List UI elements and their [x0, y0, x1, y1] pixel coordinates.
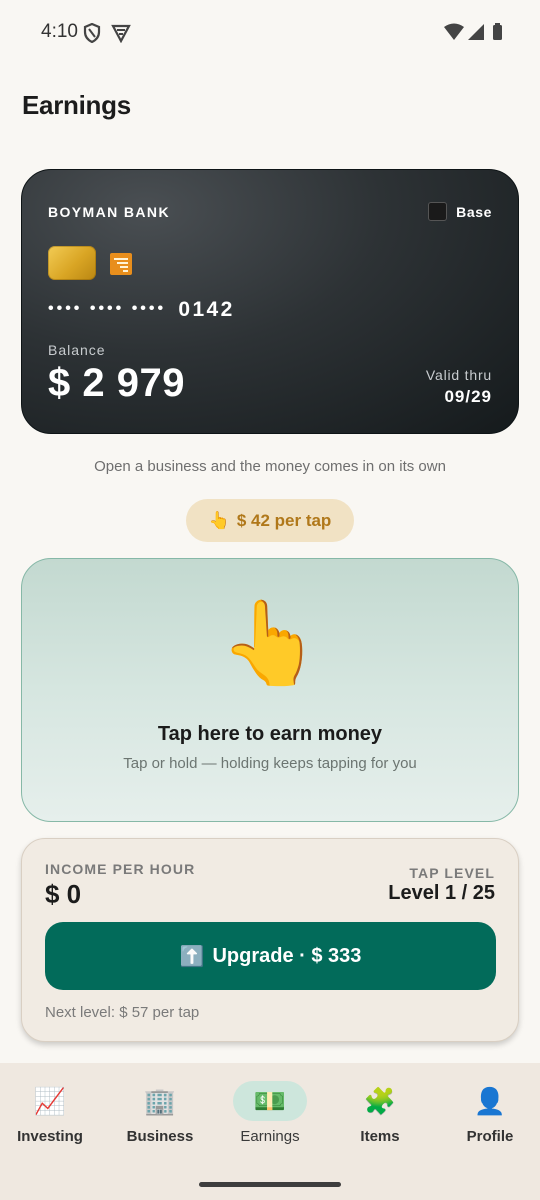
card-number: •••• •••• •••• 0142 [48, 298, 235, 322]
office-building-icon: 🏢 [143, 1085, 177, 1116]
card-chip-icon [48, 246, 96, 280]
next-level-info: Next level: $ 57 per tap [45, 1004, 200, 1021]
banknote-icon: 💵 [233, 1081, 307, 1121]
signal-icon [468, 24, 484, 40]
status-bar: 4:10 [0, 0, 540, 64]
tap-area-button[interactable]: 👆 Tap here to earn money Tap or hold — h… [21, 558, 519, 822]
nav-item-investing[interactable]: 📈 Investing [0, 1081, 104, 1146]
upgrade-button[interactable]: ⬆️ Upgrade · $ 333 [45, 922, 496, 990]
tap-rate-label: $ 42 per tap [236, 510, 332, 530]
valid-thru-label: Valid thru [425, 367, 492, 383]
tap-area-title: Tap here to earn money [157, 723, 383, 745]
puzzle-piece-icon: 🧩 [363, 1085, 397, 1116]
chart-increasing-icon: 📈 [33, 1085, 67, 1116]
valid-thru-value: 09/29 [444, 387, 492, 406]
contactless-icon [110, 253, 132, 275]
tap-level-value: Level 1 / 25 [388, 882, 495, 904]
up-arrow-icon: ⬆️ [179, 945, 205, 968]
nav-label-items: Items [360, 1128, 400, 1145]
battery-icon [493, 25, 502, 40]
tagline: Open a business and the money comes in o… [94, 458, 446, 475]
stats-card: INCOME PER HOUR $ 0 TAP LEVEL Level 1 / … [21, 838, 519, 1042]
system-status-icons [444, 23, 502, 40]
income-per-hour-label: INCOME PER HOUR [45, 861, 196, 877]
card-number-mask: •••• •••• •••• [48, 300, 167, 317]
shield-icon [83, 23, 101, 43]
bottom-nav: 📈 Investing 🏢 Business 💵 Earnings 🧩 Item… [0, 1063, 540, 1200]
wifi-icon [444, 23, 464, 40]
status-time: 4:10 [41, 21, 78, 42]
nav-item-earnings[interactable]: 💵 Earnings [216, 1081, 324, 1145]
pointing-hand-icon: 👆 [208, 510, 230, 530]
bank-card: BOYMAN BANK Base •••• •••• •••• 0142 Bal… [21, 169, 519, 434]
tap-rate-badge: 👆 $ 42 per tap [186, 499, 354, 542]
home-indicator[interactable] [199, 1182, 341, 1187]
nav-label-investing: Investing [17, 1128, 83, 1145]
bank-name: BOYMAN BANK [48, 204, 170, 220]
black-square-icon [428, 202, 448, 221]
nav-label-earnings: Earnings [240, 1128, 300, 1145]
tap-level-label: TAP LEVEL [409, 865, 495, 881]
balance-label: Balance [48, 342, 106, 358]
card-number-last4: 0142 [178, 298, 235, 321]
card-tier-label: Base [456, 203, 492, 220]
balance-value: $ 2 979 [48, 361, 185, 405]
user-silhouette-icon: 👤 [473, 1085, 507, 1116]
income-per-hour-value: $ 0 [45, 879, 82, 909]
nav-label-business: Business [126, 1128, 194, 1145]
nav-item-profile[interactable]: 👤 Profile [436, 1081, 540, 1146]
vpn-icon [111, 24, 131, 43]
pointing-hand-icon: 👆 [218, 598, 322, 689]
nav-item-business[interactable]: 🏢 Business [106, 1081, 214, 1146]
upgrade-button-label: Upgrade · $ 333 [212, 944, 362, 967]
page-title: Earnings [22, 90, 131, 120]
nav-label-profile: Profile [466, 1128, 514, 1145]
card-tier: Base [428, 202, 492, 221]
tap-area-subtitle: Tap or hold — holding keeps tapping for … [123, 755, 417, 772]
nav-item-items[interactable]: 🧩 Items [326, 1081, 434, 1146]
